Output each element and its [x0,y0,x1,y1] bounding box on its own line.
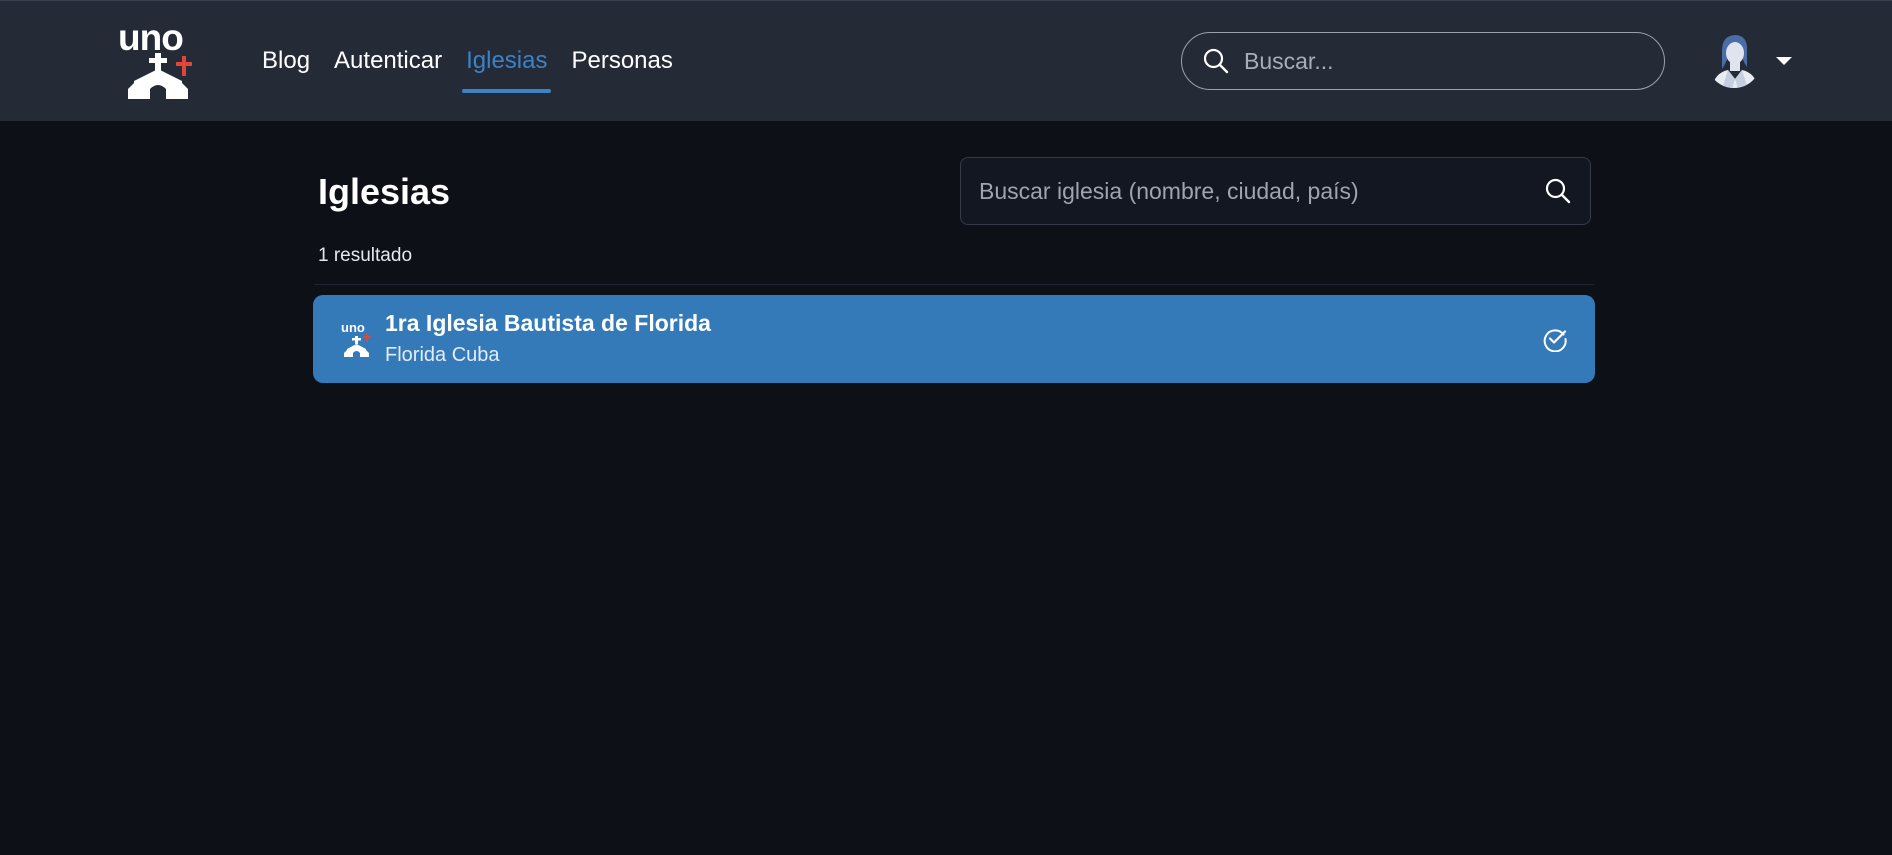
church-logo-text: uno [341,320,365,335]
result-count: 1 resultado [318,245,413,266]
site-logo[interactable]: uno [114,19,206,101]
nav-blog[interactable]: Blog [250,1,322,122]
church-search-input[interactable] [979,169,1544,213]
church-search [960,157,1591,225]
check-circle-icon [1543,329,1567,352]
page-title: Iglesias [318,171,451,212]
user-menu-chevron-down-icon[interactable] [1776,57,1792,65]
church-location: Florida Cuba [385,344,500,366]
search-icon[interactable] [1544,177,1572,205]
church-logo-icon: uno [339,319,375,359]
top-navbar: uno Blog Autenticar Iglesias Personas [0,0,1892,121]
nav-autenticar[interactable]: Autenticar [322,1,454,122]
church-logo-icon [128,53,192,99]
divider [314,284,1594,285]
church-list-item[interactable]: uno 1ra Iglesia Bautista de Florida Flor… [313,295,1595,383]
search-icon [1203,48,1229,74]
nav-iglesias[interactable]: Iglesias [454,1,559,122]
user-avatar[interactable] [1708,33,1760,89]
nav-personas[interactable]: Personas [559,1,684,122]
main-nav: Blog Autenticar Iglesias Personas [250,1,685,122]
global-search-input[interactable] [1244,41,1664,81]
global-search [1181,32,1665,90]
church-name: 1ra Iglesia Bautista de Florida [385,310,711,336]
